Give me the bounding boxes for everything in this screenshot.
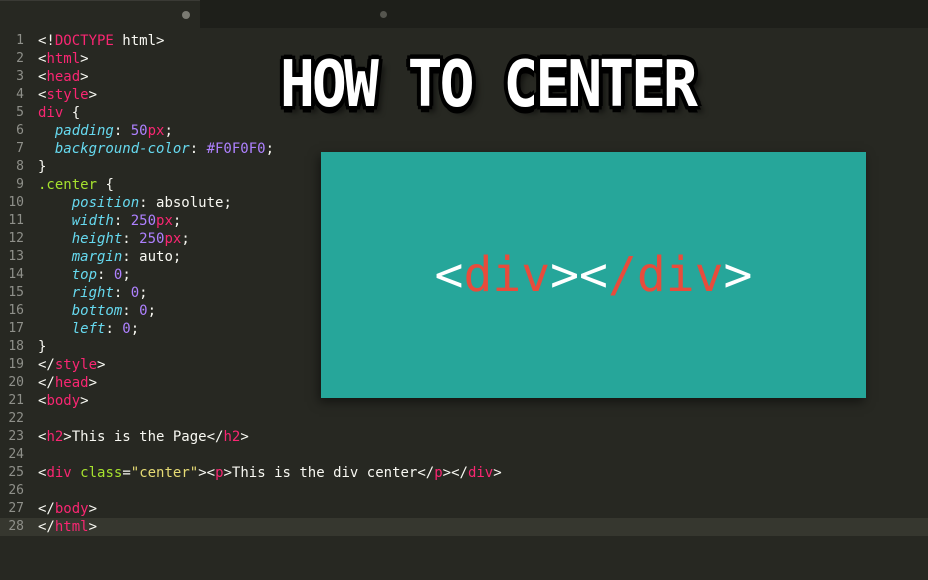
line-number: 25 (0, 464, 32, 482)
line-number: 27 (0, 500, 32, 518)
code-line: </html> (32, 518, 928, 536)
overlay-title: HOW TO CENTER (280, 47, 695, 122)
code-line: </body> (32, 500, 928, 518)
line-number: 17 (0, 320, 32, 338)
overlay-div-text: <div></div> (435, 247, 753, 303)
line-number: 19 (0, 356, 32, 374)
editor-tab[interactable] (0, 0, 200, 28)
overlay-div-panel: <div></div> (321, 152, 866, 398)
line-number: 23 (0, 428, 32, 446)
code-line: <h2>This is the Page</h2> (32, 428, 928, 446)
modified-indicator-icon (182, 11, 190, 19)
line-number: 10 (0, 194, 32, 212)
line-number: 7 (0, 140, 32, 158)
line-number: 15 (0, 284, 32, 302)
line-number: 20 (0, 374, 32, 392)
tab-bar (0, 0, 928, 28)
line-number: 6 (0, 122, 32, 140)
code-line (32, 410, 928, 428)
line-number: 2 (0, 50, 32, 68)
code-line: padding: 50px; (32, 122, 928, 140)
line-number: 16 (0, 302, 32, 320)
line-number: 22 (0, 410, 32, 428)
tab-bar-dot-icon (380, 11, 387, 18)
line-number: 24 (0, 446, 32, 464)
line-number: 5 (0, 104, 32, 122)
line-number: 9 (0, 176, 32, 194)
line-number: 4 (0, 86, 32, 104)
line-number: 21 (0, 392, 32, 410)
line-number: 11 (0, 212, 32, 230)
line-number: 28 (0, 518, 32, 536)
line-number: 13 (0, 248, 32, 266)
line-number: 12 (0, 230, 32, 248)
line-number-gutter: 1234567891011121314151617181920212223242… (0, 28, 32, 580)
code-line (32, 482, 928, 500)
line-number: 18 (0, 338, 32, 356)
line-number: 26 (0, 482, 32, 500)
line-number: 3 (0, 68, 32, 86)
code-line (32, 446, 928, 464)
line-number: 1 (0, 32, 32, 50)
line-number: 8 (0, 158, 32, 176)
code-line: <div class="center"><p>This is the div c… (32, 464, 928, 482)
line-number: 14 (0, 266, 32, 284)
